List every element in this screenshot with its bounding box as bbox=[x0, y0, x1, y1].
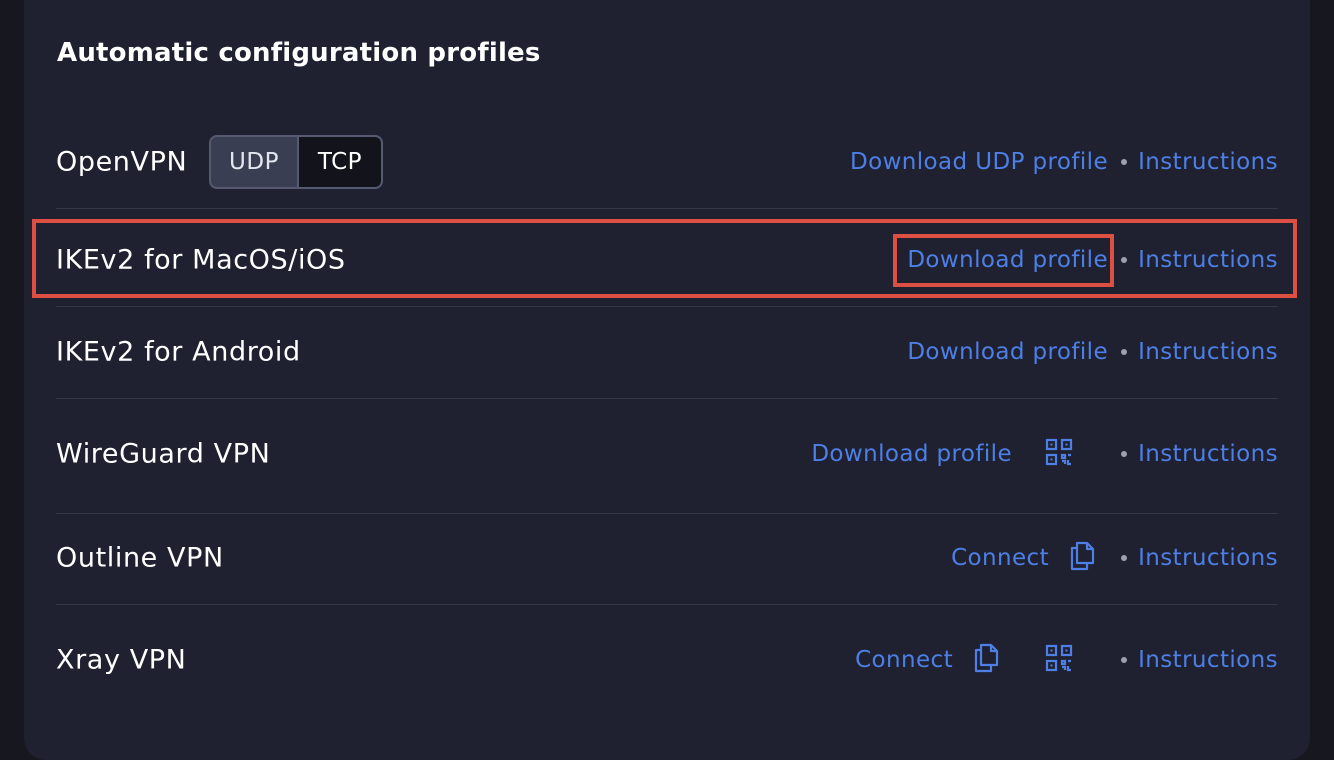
section-title: Automatic configuration profiles bbox=[57, 38, 541, 68]
separator-dot bbox=[1121, 349, 1127, 355]
instructions-link[interactable]: Instructions bbox=[1138, 339, 1278, 365]
copy-icon[interactable] bbox=[973, 643, 999, 677]
download-profile-link[interactable]: Download profile bbox=[811, 441, 1012, 467]
download-profile-link[interactable]: Download profile bbox=[907, 339, 1108, 365]
instructions-link[interactable]: Instructions bbox=[1138, 545, 1278, 571]
row-divider bbox=[56, 398, 1278, 399]
connect-link[interactable]: Connect bbox=[855, 647, 953, 673]
separator-dot bbox=[1121, 159, 1127, 165]
row-divider bbox=[56, 513, 1278, 514]
row-name: Outline VPN bbox=[56, 542, 224, 574]
qr-code-icon[interactable] bbox=[1045, 438, 1073, 470]
copy-icon[interactable] bbox=[1069, 541, 1095, 575]
row-outline: Outline VPN Connect Instructions bbox=[56, 526, 1278, 590]
row-name: OpenVPN bbox=[56, 146, 188, 178]
row-xray: Xray VPN Connect Instructions bbox=[56, 628, 1278, 692]
tcp-button[interactable]: TCP bbox=[299, 135, 383, 189]
row-name: WireGuard VPN bbox=[56, 438, 271, 470]
instructions-link[interactable]: Instructions bbox=[1138, 149, 1278, 175]
separator-dot bbox=[1121, 451, 1127, 457]
row-openvpn: OpenVPN UDP TCP Download UDP profile Ins… bbox=[56, 130, 1278, 194]
separator-dot bbox=[1121, 555, 1127, 561]
row-divider bbox=[56, 306, 1278, 307]
row-name: IKEv2 for Android bbox=[56, 336, 301, 368]
udp-button[interactable]: UDP bbox=[209, 135, 299, 189]
row-divider bbox=[56, 604, 1278, 605]
download-udp-profile-link[interactable]: Download UDP profile bbox=[850, 149, 1108, 175]
row-divider bbox=[56, 208, 1278, 209]
instructions-link[interactable]: Instructions bbox=[1138, 441, 1278, 467]
highlight-download-frame bbox=[893, 234, 1114, 287]
row-ikev2-android: IKEv2 for Android Download profile Instr… bbox=[56, 320, 1278, 384]
qr-code-icon[interactable] bbox=[1045, 644, 1073, 676]
connect-link[interactable]: Connect bbox=[951, 545, 1049, 571]
row-wireguard: WireGuard VPN Download profile Instructi… bbox=[56, 422, 1278, 486]
protocol-toggle: UDP TCP bbox=[209, 135, 383, 189]
row-name: Xray VPN bbox=[56, 644, 187, 676]
instructions-link[interactable]: Instructions bbox=[1138, 647, 1278, 673]
separator-dot bbox=[1121, 657, 1127, 663]
